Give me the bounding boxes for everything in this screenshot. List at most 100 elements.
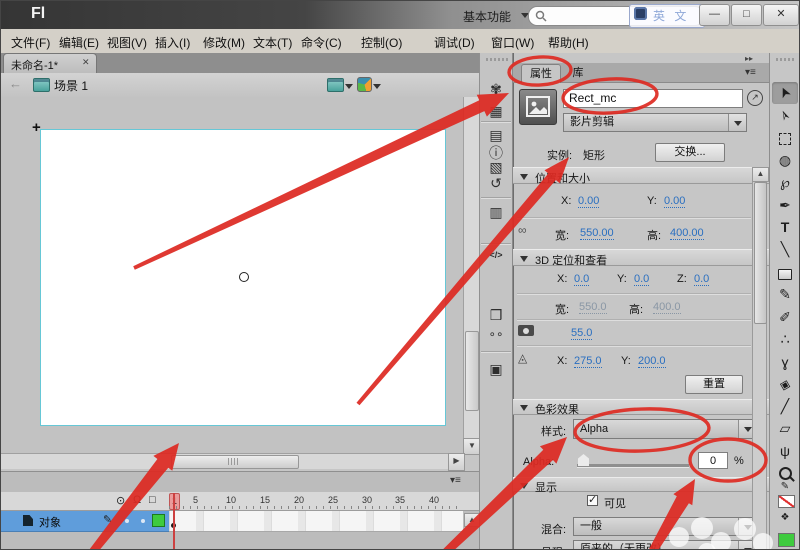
subselection-tool[interactable]: ➢ (769, 107, 799, 124)
eraser-tool[interactable]: ▱ (769, 420, 799, 437)
menu-view[interactable]: 视图(V) (107, 34, 147, 51)
maximize-button[interactable]: □ (731, 4, 762, 26)
pasteboard[interactable]: + (1, 97, 479, 453)
x3d-value[interactable]: 0.0 (574, 273, 590, 286)
reset-button[interactable]: 重置 (685, 375, 743, 394)
lasso-tool[interactable]: ℘ (769, 174, 799, 191)
width-value[interactable]: 550.00 (580, 227, 614, 240)
symbol-behavior-select[interactable]: 影片剪辑 (563, 113, 747, 132)
menu-modify[interactable]: 修改(M) (203, 34, 245, 51)
menu-window[interactable]: 窗口(W) (491, 34, 534, 51)
eyedropper-tool[interactable]: ╱ (769, 398, 799, 415)
menu-commands[interactable]: 命令(C) (301, 34, 342, 51)
horizontal-scroll-thumb[interactable] (171, 455, 299, 469)
y-value[interactable]: 0.00 (664, 195, 686, 208)
layer-outline-color-swatch[interactable] (152, 514, 165, 527)
code-snippets-panel-icon[interactable]: </> (479, 250, 513, 260)
edit-symbols-icon[interactable] (357, 77, 372, 92)
menu-debug[interactable]: 调试(D) (434, 34, 475, 51)
panel-menu-icon[interactable]: ▾≡ (745, 67, 756, 78)
chevron-down-icon[interactable] (373, 84, 381, 89)
visible-checkbox[interactable]: ✓ (587, 495, 598, 506)
swatches-panel-icon[interactable]: ▦ (479, 103, 513, 120)
color-panel-icon[interactable]: ✾ (479, 81, 513, 98)
tools-grip[interactable] (776, 58, 796, 61)
menu-help[interactable]: 帮助(H) (548, 34, 589, 51)
panel-menu-icon[interactable]: ▾≡ (450, 475, 461, 486)
instance-name-input[interactable]: Rect_mc (563, 89, 743, 108)
3d-rotation-tool[interactable]: ◍ (769, 152, 799, 169)
layer-row[interactable]: 对象 ✎ (1, 511, 169, 532)
library-dock-icon[interactable]: ▥ (479, 204, 513, 221)
line-tool[interactable]: ╲ (769, 241, 799, 258)
align-panel-icon[interactable]: ▤ (479, 127, 513, 144)
transformation-point[interactable] (239, 272, 249, 282)
section-position-size[interactable]: 位置和大小 (513, 167, 769, 185)
pen-tool[interactable]: ✒ (769, 197, 799, 214)
properties-scroll-up-button[interactable]: ▲ (752, 167, 769, 182)
blend-mode-select[interactable]: 一般 (573, 517, 757, 536)
back-arrow-icon[interactable]: ← (9, 76, 22, 91)
menu-text[interactable]: 文本(T) (253, 34, 292, 51)
free-transform-tool[interactable] (769, 132, 799, 148)
text-tool[interactable]: T (769, 219, 799, 235)
tab-library[interactable]: 库 (563, 64, 593, 83)
paint-bucket-tool[interactable]: ◈ (769, 375, 799, 393)
stroke-color-swatch[interactable] (778, 495, 795, 508)
close-button[interactable]: ✕ (763, 4, 799, 26)
lock-aspect-icon[interactable]: ∞ (518, 223, 527, 237)
vp-y-value[interactable]: 200.0 (638, 355, 666, 368)
spray-brush-tool[interactable]: ∴ (769, 331, 799, 348)
scene-label[interactable]: 场景 1 (54, 77, 88, 94)
playhead-line[interactable] (173, 493, 175, 549)
edit-scene-icon[interactable] (327, 78, 344, 92)
transform-panel-icon[interactable]: ▧ (479, 159, 513, 176)
fill-color-swatch[interactable] (778, 533, 795, 547)
lock-layers-icon[interactable]: Ω (133, 494, 141, 506)
swap-button[interactable]: 交换... (655, 143, 725, 162)
chevron-down-icon[interactable] (345, 84, 353, 89)
bone-tool[interactable]: ɣ (769, 354, 799, 370)
properties-scroll-thumb[interactable] (754, 182, 767, 324)
history-panel-icon[interactable]: ↺ (479, 175, 513, 192)
menu-insert[interactable]: 插入(I) (155, 34, 190, 51)
alpha-slider-track[interactable] (577, 464, 689, 468)
document-tab[interactable]: 未命名-1* ✕ (3, 53, 97, 73)
layer-name[interactable]: 对象 (39, 514, 61, 530)
section-3d[interactable]: 3D 定位和查看 (513, 249, 769, 267)
show-hide-layers-icon[interactable]: ⊙ (116, 494, 125, 507)
outline-layers-icon[interactable]: □ (149, 494, 156, 506)
render-mode-select[interactable]: 原来的（无更改） (573, 540, 757, 549)
menu-edit[interactable]: 编辑(E) (59, 34, 99, 51)
z3d-value[interactable]: 0.0 (694, 273, 710, 286)
perspective-value[interactable]: 55.0 (571, 327, 593, 340)
scroll-right-button[interactable]: ▶ (448, 453, 465, 471)
minimize-button[interactable]: — (699, 4, 730, 26)
tab-properties[interactable]: 属性 (521, 64, 561, 83)
collapse-panels-icon[interactable]: ▸▸ (745, 54, 753, 63)
arrow-circle-icon[interactable]: ↗ (747, 90, 763, 106)
instance-value[interactable]: 矩形 (583, 147, 605, 163)
selection-tool[interactable]: ➤ (769, 84, 799, 101)
vp-x-value[interactable]: 275.0 (574, 355, 602, 368)
pencil-tool[interactable]: ✎ (769, 286, 799, 303)
menu-control[interactable]: 控制(O) (361, 34, 402, 51)
vertical-scroll-thumb[interactable] (465, 331, 479, 411)
height-value[interactable]: 400.00 (670, 227, 704, 240)
layer-visibility-dot[interactable] (125, 519, 129, 523)
alpha-value-input[interactable]: 0 (698, 452, 728, 469)
workspace-switcher[interactable]: 基本功能 (463, 8, 511, 25)
y3d-value[interactable]: 0.0 (634, 273, 650, 286)
section-color-effect[interactable]: 色彩效果 (513, 399, 769, 416)
color-style-select[interactable]: Alpha (573, 419, 757, 439)
tab-close-icon[interactable]: ✕ (82, 57, 90, 68)
layer-lock-dot[interactable] (141, 519, 145, 523)
project-panel-icon[interactable]: ▣ (479, 361, 513, 378)
timeline-scroll-up-button[interactable]: ▲ (464, 513, 480, 527)
rectangle-tool[interactable] (769, 267, 799, 283)
dock-grip[interactable] (486, 58, 508, 61)
motion-presets-panel-icon[interactable]: ∘∘ (479, 327, 513, 341)
hand-tool[interactable]: ψ (769, 443, 799, 459)
menu-file[interactable]: 文件(F) (11, 34, 50, 51)
frame-grid[interactable] (169, 511, 463, 532)
